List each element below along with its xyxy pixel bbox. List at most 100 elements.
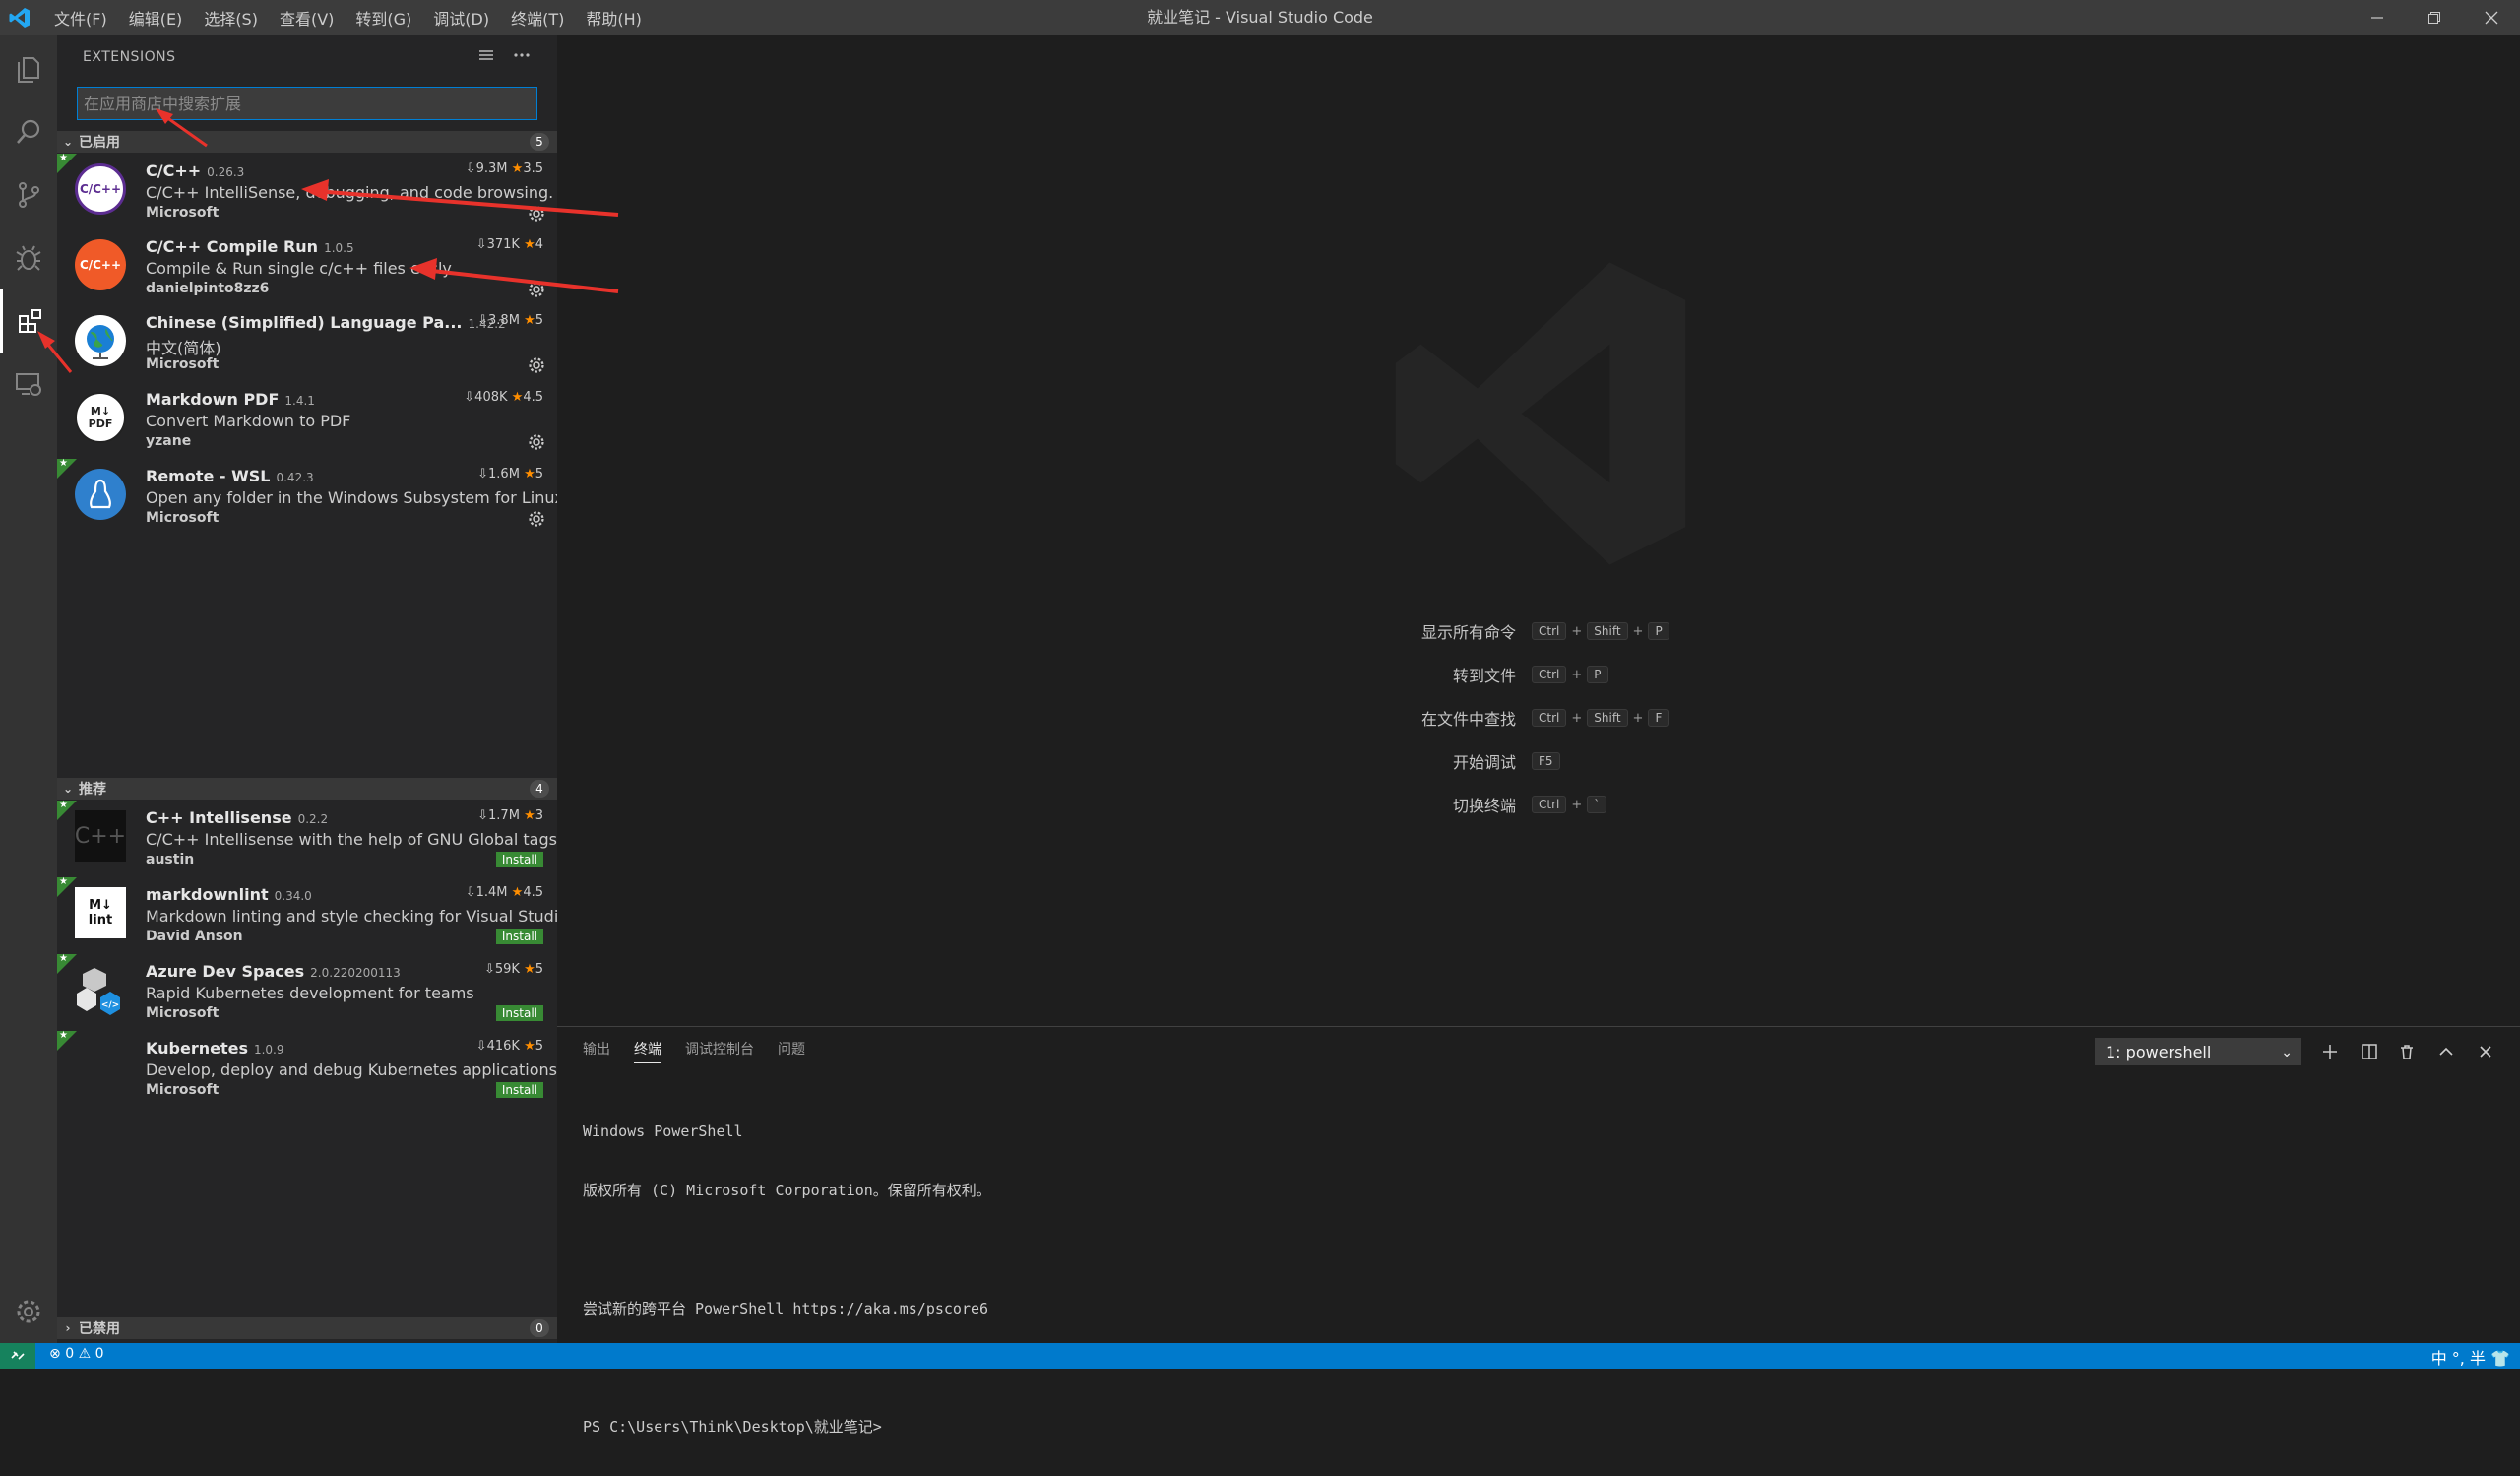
- enabled-section-header[interactable]: ⌄ 已启用 5: [57, 131, 557, 153]
- extension-item-remote-wsl[interactable]: ★ Remote - WSL 0.42.3 ⇩1.6M ★5 Open any f…: [57, 458, 557, 535]
- extension-version: 0.26.3: [207, 165, 245, 179]
- extension-item-cpp[interactable]: ★ C/C++ C/C++ 0.26.3 ⇩9.3M ★3.5 C/C++ Int…: [57, 153, 557, 229]
- restore-button[interactable]: [2406, 0, 2463, 35]
- shortcut-show-all-commands: 显示所有命令 Ctrl + Shift + P: [1339, 620, 1670, 642]
- extension-publisher: David Anson: [146, 929, 243, 944]
- shortcut-start-debugging: 开始调试 F5: [1339, 750, 1560, 772]
- problems-status[interactable]: ⊗ 0 ⚠ 0: [49, 1346, 104, 1362]
- manage-gear-icon[interactable]: [528, 205, 545, 223]
- ellipsis-icon: [514, 53, 530, 57]
- key-p: P: [1648, 622, 1670, 640]
- terminal-select[interactable]: 1: powershell ⌄: [2095, 1038, 2301, 1065]
- minimize-button[interactable]: [2349, 0, 2406, 35]
- title-bar: 文件(F) 编辑(E) 选择(S) 查看(V) 转到(G) 调试(D) 终端(T…: [0, 0, 2520, 35]
- disabled-count-badge: 0: [530, 1319, 549, 1337]
- menu-view[interactable]: 查看(V): [269, 6, 345, 30]
- menu-terminal[interactable]: 终端(T): [500, 6, 575, 30]
- menu-selection[interactable]: 选择(S): [193, 6, 269, 30]
- chevron-down-icon: ⌄: [2281, 1045, 2293, 1060]
- manage-gear-icon[interactable]: [528, 510, 545, 528]
- key-ctrl: Ctrl: [1532, 709, 1567, 727]
- more-actions-button[interactable]: [512, 45, 532, 69]
- extension-item-chinese-language-pack[interactable]: Chinese (Simplified) Language Pa... 1.42.…: [57, 305, 557, 381]
- extension-item-kubernetes[interactable]: ★ Kubernetes 1.0.9 ⇩416K ★5 Develop, depl…: [57, 1030, 557, 1107]
- key-shift: Shift: [1587, 622, 1628, 640]
- search-button[interactable]: [0, 100, 57, 163]
- debug-button[interactable]: [0, 226, 57, 289]
- tab-terminal[interactable]: 终端: [634, 1039, 662, 1063]
- install-button[interactable]: Install: [495, 852, 543, 867]
- remote-icon: [11, 1351, 25, 1360]
- linux-penguin-icon: [75, 469, 126, 520]
- list-icon: [479, 50, 493, 60]
- terminal-output[interactable]: Windows PowerShell 版权所有 (C) Microsoft Co…: [583, 1082, 991, 1476]
- menu-edit[interactable]: 编辑(E): [118, 6, 194, 30]
- extension-name: Chinese (Simplified) Language Pa...: [146, 313, 463, 332]
- extension-item-azure-dev-spaces[interactable]: ★ </> Azure Dev Spaces 2.0.220200113 ⇩59K…: [57, 953, 557, 1030]
- settings-button[interactable]: [0, 1280, 57, 1343]
- disabled-section-header[interactable]: › 已禁用 0: [57, 1317, 557, 1339]
- extension-stats: ⇩416K ★5: [475, 1039, 543, 1054]
- remote-status-button[interactable]: [0, 1343, 35, 1369]
- menu-help[interactable]: 帮助(H): [575, 6, 653, 30]
- shortcut-find-in-files: 在文件中查找 Ctrl + Shift + F: [1339, 707, 1670, 729]
- kill-terminal-button[interactable]: [2392, 1037, 2422, 1066]
- error-count: 0: [65, 1346, 75, 1362]
- extension-description: Convert Markdown to PDF: [146, 412, 351, 430]
- split-terminal-button[interactable]: [2355, 1037, 2384, 1066]
- remote-explorer-button[interactable]: [0, 353, 57, 416]
- tab-debug-console[interactable]: 调试控制台: [685, 1039, 754, 1063]
- ime-indicator[interactable]: 中 °, 半 👕: [2431, 1345, 2510, 1369]
- featured-star-icon: ★: [57, 876, 77, 897]
- extension-description: Markdown linting and style checking for …: [146, 907, 557, 926]
- shortcut-label: 在文件中查找: [1420, 710, 1516, 729]
- svg-text:</>: </>: [101, 1000, 119, 1010]
- extension-stats: ⇩1.7M ★3: [477, 808, 543, 823]
- chevron-right-icon: ›: [65, 1321, 71, 1335]
- key-backtick: `: [1587, 796, 1607, 813]
- search-icon: [17, 119, 40, 144]
- install-button[interactable]: Install: [495, 1082, 543, 1098]
- sidebar-title: EXTENSIONS: [83, 49, 176, 65]
- enabled-section-label: 已启用: [79, 135, 120, 151]
- clear-extensions-button[interactable]: [476, 45, 496, 69]
- extensions-search-input[interactable]: [77, 87, 537, 120]
- menu-bar: 文件(F) 编辑(E) 选择(S) 查看(V) 转到(G) 调试(D) 终端(T…: [43, 0, 653, 35]
- menu-debug[interactable]: 调试(D): [422, 6, 500, 30]
- extensions-button[interactable]: [0, 289, 57, 353]
- explorer-button[interactable]: [0, 37, 57, 100]
- install-button[interactable]: Install: [495, 929, 543, 944]
- manage-gear-icon[interactable]: [528, 433, 545, 451]
- star-icon: ★: [524, 962, 536, 977]
- extension-item-markdownlint[interactable]: ★ M↓ lint markdownlint 0.34.0 ⇩1.4M ★4.5 …: [57, 876, 557, 953]
- tab-problems[interactable]: 问题: [778, 1039, 805, 1063]
- extension-description: C/C++ Intellisense with the help of GNU …: [146, 830, 557, 849]
- extension-publisher: Microsoft: [146, 1005, 220, 1021]
- cpp-compile-run-icon: C/C++: [75, 239, 126, 290]
- source-control-button[interactable]: [0, 163, 57, 226]
- tab-output[interactable]: 输出: [583, 1039, 610, 1063]
- close-window-button[interactable]: [2463, 0, 2520, 35]
- terminal-prompt: PS C:\Users\Think\Desktop\就业笔记>: [583, 1418, 882, 1436]
- extension-item-cpp-compile-run[interactable]: C/C++ C/C++ Compile Run 1.0.5 ⇩371K ★4 Co…: [57, 229, 557, 305]
- extension-stats: ⇩3.8M ★5: [477, 313, 543, 328]
- markdownlint-icon: M↓ lint: [75, 887, 126, 938]
- menu-file[interactable]: 文件(F): [43, 6, 118, 30]
- new-terminal-button[interactable]: [2315, 1037, 2345, 1066]
- recommended-section-label: 推荐: [79, 782, 106, 798]
- recommended-section-header[interactable]: ⌄ 推荐 4: [57, 778, 557, 800]
- extension-item-markdown-pdf[interactable]: M↓ PDF Markdown PDF 1.4.1 ⇩408K ★4.5 Conv…: [57, 382, 557, 458]
- extension-item-cpp-intellisense[interactable]: ★ C++ C++ Intellisense 0.2.2 ⇩1.7M ★3 C/C…: [57, 800, 557, 876]
- maximize-panel-button[interactable]: [2431, 1037, 2461, 1066]
- manage-gear-icon[interactable]: [528, 281, 545, 298]
- enabled-count-badge: 5: [530, 133, 549, 151]
- menu-go[interactable]: 转到(G): [345, 6, 422, 30]
- extension-description: Compile & Run single c/c++ files easly: [146, 259, 452, 278]
- install-button[interactable]: Install: [495, 1005, 543, 1021]
- azure-cubes-icon: </>: [75, 964, 126, 1015]
- close-panel-button[interactable]: [2471, 1037, 2500, 1066]
- manage-gear-icon[interactable]: [528, 356, 545, 374]
- key-p: P: [1587, 666, 1608, 683]
- close-icon: [2485, 11, 2498, 25]
- bug-icon: [16, 245, 41, 271]
